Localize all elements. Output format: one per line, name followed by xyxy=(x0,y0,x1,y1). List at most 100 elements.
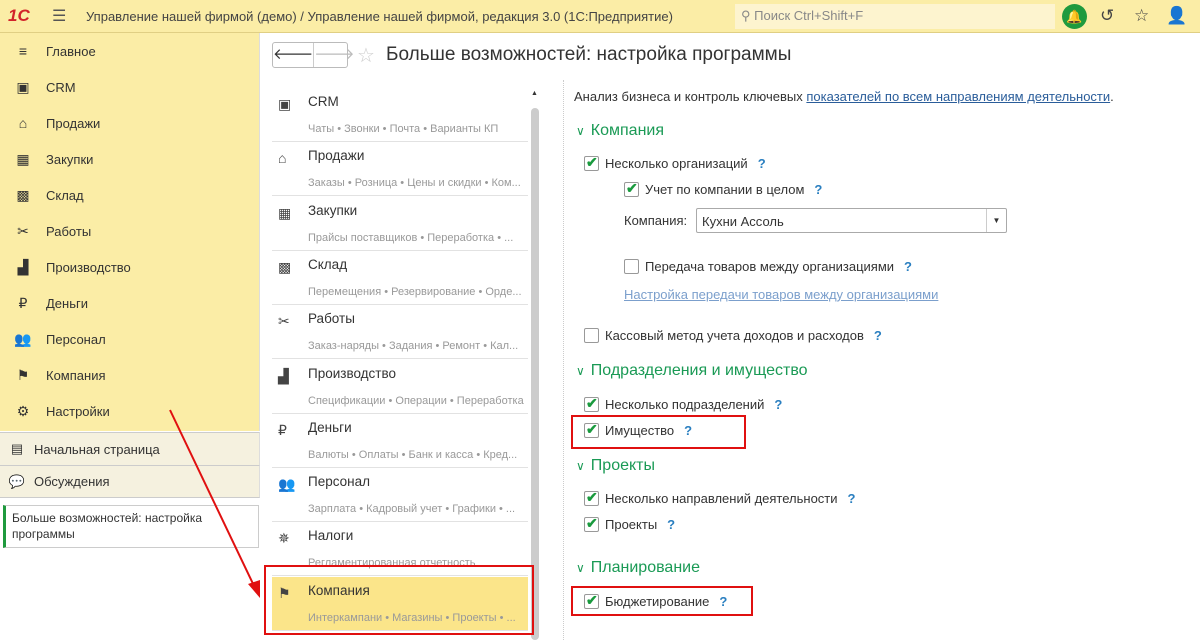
section-icon: ⌂ xyxy=(278,150,287,167)
section-icon: ▦ xyxy=(278,204,292,221)
discussions-label: Обсуждения xyxy=(34,474,110,489)
label: Кассовый метод учета доходов и расходов xyxy=(605,328,864,343)
section-projects[interactable]: ∨ Проекты xyxy=(576,457,655,475)
checkbox-checked[interactable] xyxy=(584,154,599,171)
section-title: Деньги xyxy=(308,419,352,435)
sidebar-item-label: Склад xyxy=(46,187,84,203)
section-subtitle: Заказ-наряды • Задания • Ремонт • Кал... xyxy=(308,340,519,353)
sidebar-item[interactable]: ▣ CRM xyxy=(0,69,260,105)
indicators-link[interactable]: показателей по всем направлениям деятель… xyxy=(806,89,1110,104)
section-divisions[interactable]: ∨ Подразделения и имущество xyxy=(576,362,808,380)
section-icon: ≡ xyxy=(18,43,28,59)
multi-div-checkbox[interactable]: Несколько подразделений? xyxy=(584,395,782,412)
window-title: Управление нашей фирмой (демо) / Управле… xyxy=(86,9,673,24)
forward-button[interactable]: 🡒 xyxy=(314,43,354,67)
history-icon[interactable]: ↺ xyxy=(1100,6,1114,26)
section-title: Персонал xyxy=(308,474,370,490)
scrollbar-thumb[interactable] xyxy=(531,108,539,640)
label: Учет по компании в целом xyxy=(645,182,805,197)
section-list-item[interactable]: 👥 Персонал Зарплата • Кадровый учет • Граф… xyxy=(272,468,528,523)
home-label: Начальная страница xyxy=(34,441,160,457)
menu-icon[interactable]: ☰ xyxy=(52,6,66,26)
section-title: Подразделения и имущество xyxy=(590,362,808,379)
help-icon[interactable]: ? xyxy=(848,491,856,506)
section-icon: ▩ xyxy=(278,258,292,275)
title-bar: 1С ☰ Управление нашей фирмой (демо) / Уп… xyxy=(0,0,1200,33)
sidebar-item[interactable]: ▩ Склад xyxy=(0,177,260,213)
section-list-item[interactable]: ▩ Склад Перемещения • Резервирование • Орд… xyxy=(272,251,528,305)
transfer-checkbox[interactable]: Передача товаров между организациями? xyxy=(624,259,912,274)
sidebar-item-label: Главное xyxy=(46,43,96,59)
section-title: Продажи xyxy=(308,148,365,164)
help-icon[interactable]: ? xyxy=(758,156,766,171)
section-title: Компания xyxy=(590,122,665,139)
sidebar-item[interactable]: ▟ Производство xyxy=(0,249,260,285)
annotation-arrow xyxy=(169,409,260,598)
checkbox-unchecked[interactable] xyxy=(624,259,639,274)
section-list-item[interactable]: ₽ Деньги Валюты • Оплаты • Банк и касса • … xyxy=(272,414,528,468)
annotation-box xyxy=(571,586,753,616)
section-icon: ▣ xyxy=(278,96,292,112)
checkbox-checked[interactable] xyxy=(584,395,599,412)
user-icon[interactable]: 👤 xyxy=(1166,6,1187,26)
dropdown-arrow-icon[interactable]: ▼ xyxy=(986,209,1006,232)
search-input[interactable]: ⚲ Поиск Ctrl+Shift+F xyxy=(735,4,1055,29)
sidebar-item-label: Закупки xyxy=(46,151,94,167)
favorite-star-icon[interactable]: ☆ xyxy=(357,43,375,68)
search-placeholder: Поиск Ctrl+Shift+F xyxy=(754,8,864,23)
section-icon: ▣ xyxy=(16,78,30,95)
section-title: Проекты xyxy=(590,457,655,474)
section-icon: ▟ xyxy=(278,367,289,384)
favorites-star-icon[interactable]: ☆ xyxy=(1134,6,1149,26)
help-icon[interactable]: ? xyxy=(904,259,912,274)
section-title: Производство xyxy=(308,365,397,381)
sidebar-item[interactable]: ≡ Главное xyxy=(0,33,260,69)
section-list-item[interactable]: ✂ Работы Заказ-наряды • Задания • Ремонт •… xyxy=(272,305,528,360)
section-icon: ✂ xyxy=(278,313,290,330)
divider xyxy=(563,80,564,640)
back-button[interactable]: 🡐 xyxy=(273,43,315,67)
section-company[interactable]: ∨ Компания xyxy=(576,122,664,140)
sidebar-item-label: Продажи xyxy=(46,115,101,131)
section-icon: ⚑ xyxy=(16,366,30,383)
sidebar-item[interactable]: ⌂ Продажи xyxy=(0,105,260,141)
sidebar-item[interactable]: 👥 Персонал xyxy=(0,321,260,357)
cash-method-checkbox[interactable]: Кассовый метод учета доходов и расходов? xyxy=(584,328,882,343)
projects-checkbox[interactable]: Проекты? xyxy=(584,515,675,532)
checkbox-unchecked[interactable] xyxy=(584,328,599,343)
section-title: Закупки xyxy=(308,202,358,218)
sidebar-item[interactable]: ✂ Работы xyxy=(0,213,260,249)
multi-org-checkbox[interactable]: Несколько организаций? xyxy=(584,154,766,171)
checkbox-checked[interactable] xyxy=(624,180,639,197)
multi-dir-checkbox[interactable]: Несколько направлений деятельности? xyxy=(584,489,856,506)
section-planning[interactable]: ∨ Планирование xyxy=(576,559,700,577)
transfer-settings-link[interactable]: Настройка передачи товаров между организ… xyxy=(624,287,938,302)
sidebar-item-label: CRM xyxy=(46,79,76,95)
sidebar-item-label: Настройки xyxy=(46,403,110,419)
home-icon: ▤ xyxy=(10,441,24,456)
help-icon[interactable]: ? xyxy=(774,397,782,412)
help-icon[interactable]: ? xyxy=(874,328,882,343)
help-icon[interactable]: ? xyxy=(814,182,822,197)
section-list-item[interactable]: ▦ Закупки Прайсы поставщиков • Переработка… xyxy=(272,197,528,251)
section-subtitle: Спецификации • Операции • Переработка xyxy=(308,394,524,407)
section-list-item[interactable]: ⌂ Продажи Заказы • Розница • Цены и скидки… xyxy=(272,142,528,197)
sidebar-item[interactable]: ▦ Закупки xyxy=(0,141,260,177)
section-subtitle: Зарплата • Кадровый учет • Графики • ... xyxy=(308,503,516,516)
section-subtitle: Валюты • Оплаты • Банк и касса • Кред... xyxy=(308,448,518,461)
chevron-down-icon: ∨ xyxy=(576,561,585,575)
section-list-item[interactable]: ▟ Производство Спецификации • Операции • П… xyxy=(272,360,528,414)
sidebar-item[interactable]: ₽ Деньги xyxy=(0,285,260,321)
checkbox-checked[interactable] xyxy=(584,489,599,506)
help-icon[interactable]: ? xyxy=(667,517,675,532)
company-select[interactable]: Кухни Ассоль ▼ xyxy=(696,208,1007,233)
whole-company-checkbox[interactable]: Учет по компании в целом? xyxy=(624,180,822,197)
checkbox-checked[interactable] xyxy=(584,515,599,532)
notifications-bell-icon[interactable]: 🔔 xyxy=(1062,4,1087,29)
label: Несколько организаций xyxy=(605,156,748,171)
section-icon: ✂ xyxy=(17,222,29,239)
section-subtitle: Перемещения • Резервирование • Орде... xyxy=(308,285,522,298)
nav-buttons: 🡐 🡒 xyxy=(272,42,354,68)
sidebar-item[interactable]: ⚑ Компания xyxy=(0,357,260,393)
section-list-item[interactable]: ▣ CRM Чаты • Звонки • Почта • Варианты КП xyxy=(272,88,528,142)
